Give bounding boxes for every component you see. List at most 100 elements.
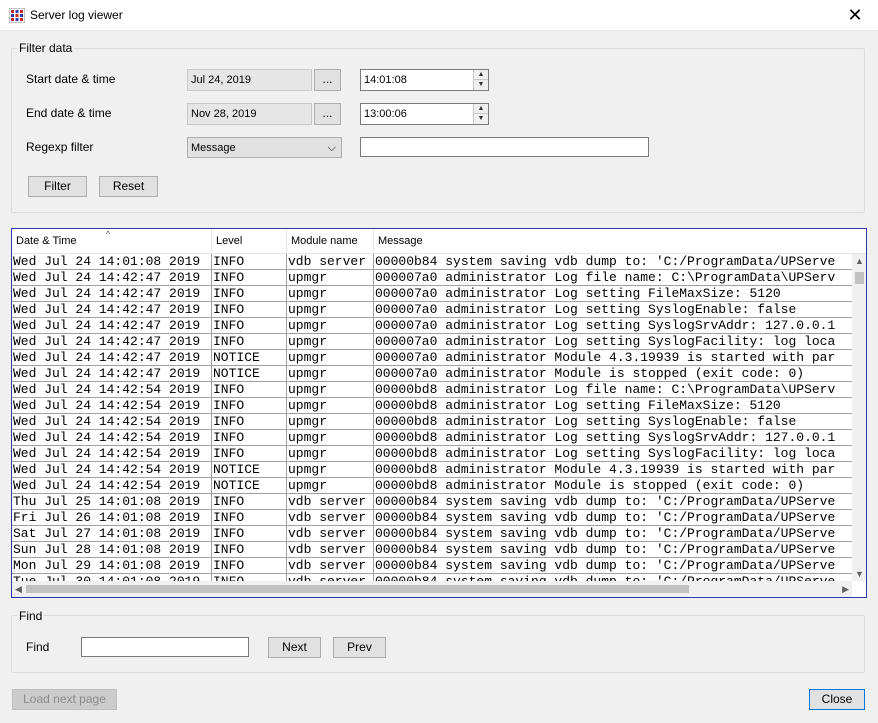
start-date-picker-button[interactable]: ... (314, 69, 341, 91)
scroll-right-icon[interactable]: ▶ (842, 584, 849, 595)
table-row[interactable]: Thu Jul 25 14:01:08 2019 INFO vdb server 00… (12, 494, 852, 510)
load-next-page-button[interactable]: Load next page (12, 689, 117, 710)
chevron-down-icon: ⌵ (327, 142, 336, 154)
scroll-left-icon[interactable]: ◀ (15, 584, 22, 595)
regexp-input[interactable] (360, 137, 649, 157)
table-row[interactable]: Wed Jul 24 14:42:54 2019 INFO upmgr 00000bd… (12, 398, 852, 414)
cell-message: 00000b84 system saving vdb dump to: 'C:/… (374, 494, 852, 510)
prev-button[interactable]: Prev (333, 637, 386, 658)
cell-module-name: vdb server (287, 542, 374, 558)
log-table[interactable]: ^ Date & Time Level Module name Message … (11, 228, 867, 598)
end-date-label: End date & time (26, 106, 112, 120)
end-time-spinner[interactable]: ▲ ▼ (473, 104, 488, 124)
cell-module-name: upmgr (287, 478, 374, 494)
start-date-field[interactable]: Jul 24, 2019 (187, 69, 312, 91)
cell-message: 00000b84 system saving vdb dump to: 'C:/… (374, 510, 852, 526)
cell-level: NOTICE (212, 462, 287, 478)
table-row[interactable]: Mon Jul 29 14:01:08 2019 INFO vdb server 00… (12, 558, 852, 574)
cell-module-name: upmgr (287, 398, 374, 414)
reset-button[interactable]: Reset (99, 176, 158, 197)
end-date-field[interactable]: Nov 28, 2019 (187, 103, 312, 125)
sort-ascending-icon: ^ (106, 229, 111, 239)
find-input[interactable] (81, 637, 249, 657)
horizontal-scroll-thumb[interactable] (26, 585, 689, 593)
table-row[interactable]: Wed Jul 24 14:42:47 2019 INFO upmgr 000007a… (12, 270, 852, 286)
cell-module-name: upmgr (287, 334, 374, 350)
cell-message: 00000bd8 administrator Module 4.3.19939 … (374, 462, 852, 478)
regexp-field-combo[interactable]: Message ⌵ (187, 137, 342, 158)
end-date-picker-button[interactable]: ... (314, 103, 341, 125)
table-row[interactable]: Wed Jul 24 14:42:47 2019 INFO upmgr 000007a… (12, 318, 852, 334)
table-row[interactable]: Wed Jul 24 14:42:47 2019 INFO upmgr 000007a… (12, 334, 852, 350)
cell-module-name: upmgr (287, 382, 374, 398)
start-time-field[interactable]: 14:01:08 ▲ ▼ (360, 69, 489, 91)
cell-message: 000007a0 administrator Log file name: C:… (374, 270, 852, 286)
table-row[interactable]: Wed Jul 24 14:42:54 2019 INFO upmgr 00000bd… (12, 446, 852, 462)
cell-level: INFO (212, 334, 287, 350)
table-row[interactable]: Wed Jul 24 14:42:54 2019 INFO upmgr 00000bd… (12, 414, 852, 430)
scroll-up-icon[interactable]: ▲ (855, 256, 864, 266)
cell-message: 000007a0 administrator Log setting Syslo… (374, 302, 852, 318)
column-header-message[interactable]: Message (374, 229, 866, 254)
cell-date-time: Wed Jul 24 14:42:54 2019 (12, 462, 212, 478)
cell-level: INFO (212, 270, 287, 286)
cell-level: NOTICE (212, 478, 287, 494)
cell-date-time: Fri Jul 26 14:01:08 2019 (12, 510, 212, 526)
horizontal-scrollbar[interactable]: ◀ ▶ (12, 581, 852, 597)
spin-up-icon[interactable]: ▲ (474, 70, 488, 80)
find-label: Find (26, 640, 50, 654)
cell-level: INFO (212, 286, 287, 302)
start-time-value: 14:01:08 (364, 74, 407, 86)
regexp-filter-label: Regexp filter (26, 140, 94, 154)
table-row[interactable]: Wed Jul 24 14:42:47 2019 INFO upmgr 000007a… (12, 302, 852, 318)
spin-up-icon[interactable]: ▲ (474, 104, 488, 114)
start-time-spinner[interactable]: ▲ ▼ (473, 70, 488, 90)
table-row[interactable]: Wed Jul 24 14:42:47 2019 NOTICE upmgr 00000… (12, 366, 852, 382)
table-row[interactable]: Sun Jul 28 14:01:08 2019 INFO vdb server 00… (12, 542, 852, 558)
cell-level: INFO (212, 574, 287, 581)
table-row[interactable]: Wed Jul 24 14:42:54 2019 NOTICE upmgr 00000… (12, 462, 852, 478)
cell-level: INFO (212, 302, 287, 318)
filter-button[interactable]: Filter (28, 176, 87, 197)
vertical-scrollbar[interactable]: ▲ ▼ (852, 254, 866, 581)
title-bar: Server log viewer ✕ (0, 0, 878, 31)
find-group-label: Find (17, 609, 45, 623)
cell-module-name: upmgr (287, 350, 374, 366)
cell-date-time: Wed Jul 24 14:42:47 2019 (12, 350, 212, 366)
cell-level: INFO (212, 494, 287, 510)
table-row[interactable]: Sat Jul 27 14:01:08 2019 INFO vdb server 00… (12, 526, 852, 542)
cell-message: 00000bd8 administrator Module is stopped… (374, 478, 852, 494)
column-header-date-time[interactable]: ^ Date & Time (12, 229, 212, 254)
end-time-field[interactable]: 13:00:06 ▲ ▼ (360, 103, 489, 125)
cell-date-time: Wed Jul 24 14:42:54 2019 (12, 382, 212, 398)
column-header-module-name[interactable]: Module name (287, 229, 374, 254)
window-title: Server log viewer (30, 8, 123, 22)
end-time-value: 13:00:06 (364, 108, 407, 120)
cell-date-time: Wed Jul 24 14:42:54 2019 (12, 478, 212, 494)
table-row[interactable]: Wed Jul 24 14:42:54 2019 INFO upmgr 00000bd… (12, 430, 852, 446)
table-row[interactable]: Wed Jul 24 14:01:08 2019 INFO vdb server 00… (12, 254, 852, 270)
cell-level: NOTICE (212, 350, 287, 366)
table-row[interactable]: Tue Jul 30 14:01:08 2019INFOvdb server00… (12, 574, 852, 581)
cell-module-name: upmgr (287, 366, 374, 382)
table-row[interactable]: Wed Jul 24 14:42:54 2019 NOTICE upmgr 00000… (12, 478, 852, 494)
table-body: Wed Jul 24 14:01:08 2019 INFO vdb server 00… (12, 254, 852, 581)
filter-group-label: Filter data (17, 41, 75, 55)
spin-down-icon[interactable]: ▼ (474, 114, 488, 124)
cell-module-name: upmgr (287, 270, 374, 286)
vertical-scroll-thumb[interactable] (855, 272, 864, 284)
close-button[interactable]: Close (809, 689, 865, 710)
next-button[interactable]: Next (268, 637, 321, 658)
table-row[interactable]: Wed Jul 24 14:42:47 2019 INFO upmgr 000007a… (12, 286, 852, 302)
cell-message: 000007a0 administrator Module 4.3.19939 … (374, 350, 852, 366)
table-row[interactable]: Fri Jul 26 14:01:08 2019 INFO vdb server 00… (12, 510, 852, 526)
cell-date-time: Wed Jul 24 14:42:47 2019 (12, 366, 212, 382)
spin-down-icon[interactable]: ▼ (474, 80, 488, 90)
table-row[interactable]: Wed Jul 24 14:42:47 2019 NOTICE upmgr 00000… (12, 350, 852, 366)
cell-date-time: Wed Jul 24 14:42:47 2019 (12, 302, 212, 318)
column-header-level[interactable]: Level (212, 229, 287, 254)
window-close-icon[interactable]: ✕ (832, 0, 878, 31)
table-row[interactable]: Wed Jul 24 14:42:54 2019 INFO upmgr 00000bd… (12, 382, 852, 398)
cell-level: INFO (212, 382, 287, 398)
scroll-down-icon[interactable]: ▼ (855, 569, 864, 579)
